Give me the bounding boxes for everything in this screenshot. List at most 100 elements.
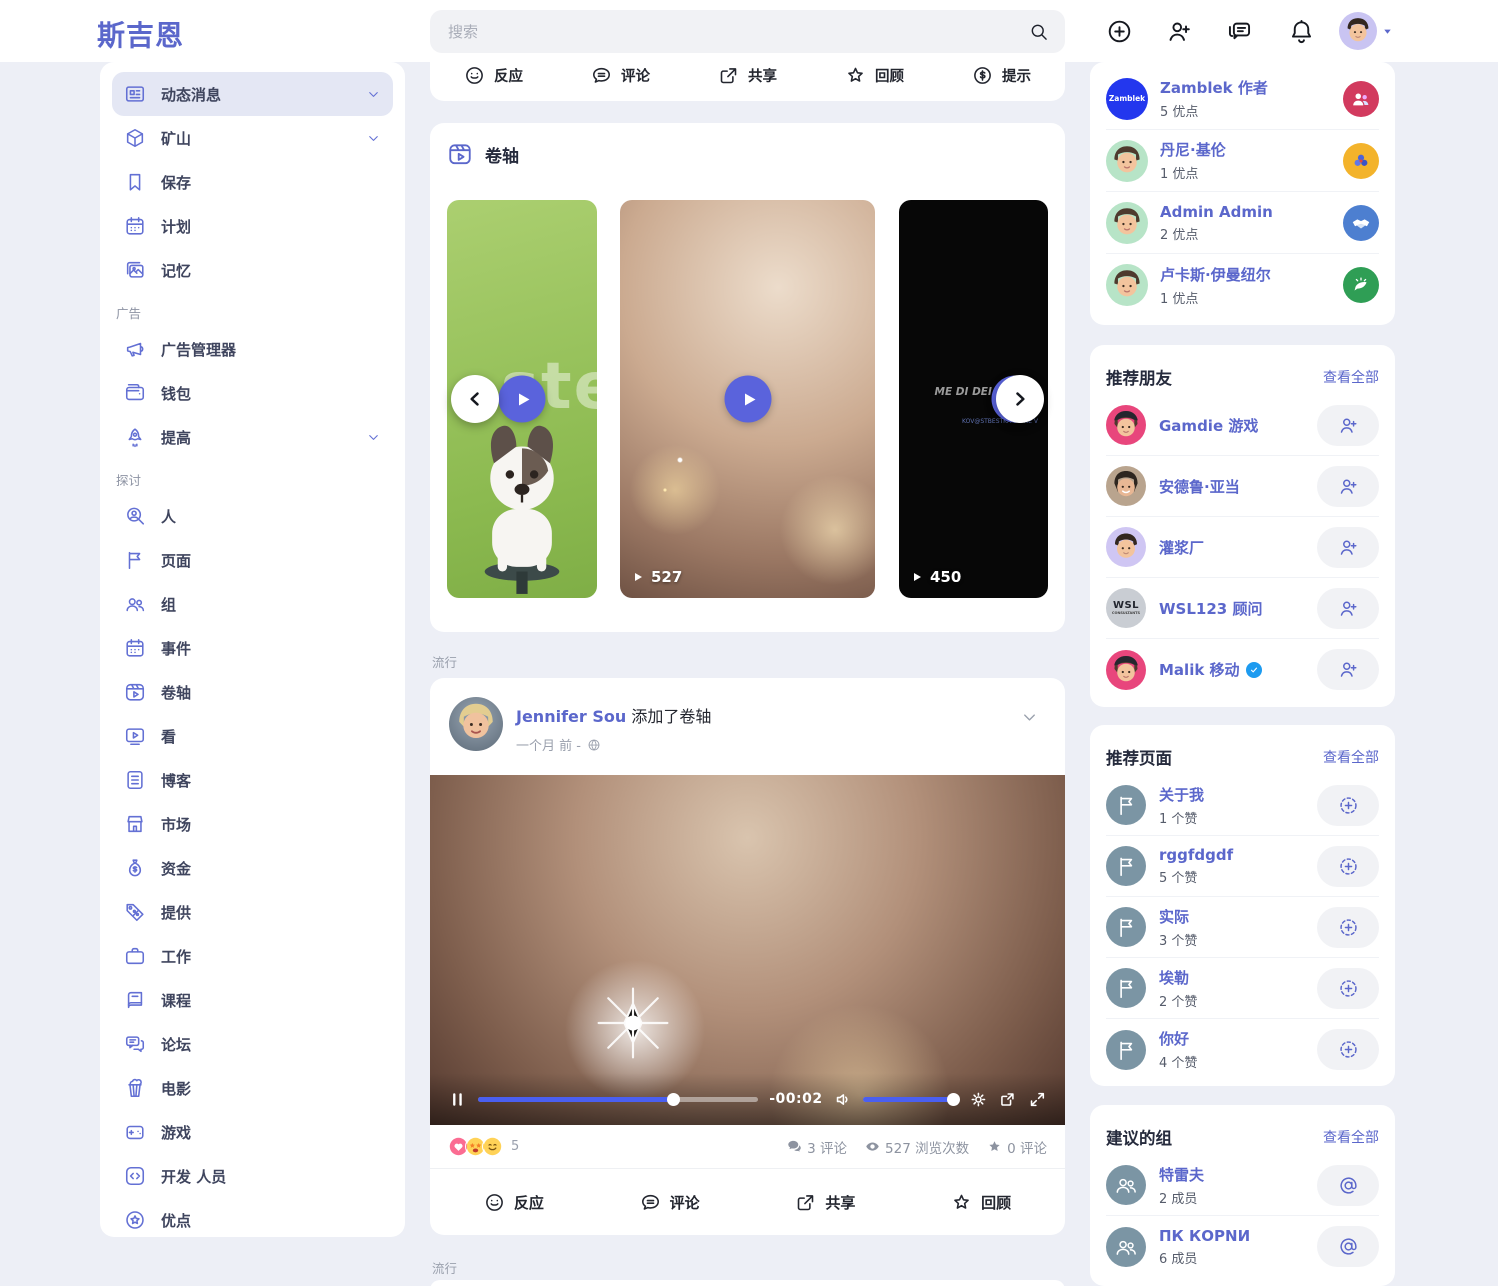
member-name[interactable]: 卢卡斯·伊曼纽尔 [1160,264,1271,285]
sidebar-item-courses[interactable]: 课程 [112,978,393,1022]
create-post-icon[interactable] [1106,18,1133,45]
avatar[interactable] [1106,405,1146,445]
react-button[interactable]: 反应 [436,1192,592,1213]
page-name[interactable]: 埃勒 [1159,967,1197,988]
group-avatar[interactable] [1106,1227,1146,1267]
avatar[interactable]: WSLCONSULTANTS [1106,588,1146,628]
like-page-button[interactable] [1317,785,1379,826]
friend-name[interactable]: Malik 移动 [1159,659,1240,680]
avatar[interactable] [1106,264,1148,306]
page-name[interactable]: rggfdgdf [1159,846,1233,864]
sidebar-item-points[interactable]: 优点 [112,1198,393,1242]
add-friend-button[interactable] [1317,405,1379,446]
join-group-button[interactable] [1317,1165,1379,1206]
sidebar-item-developers[interactable]: 开发 人员 [112,1154,393,1198]
messages-icon[interactable] [1226,18,1253,45]
add-friend-button[interactable] [1317,649,1379,690]
page-avatar[interactable] [1106,846,1146,886]
volume-bar[interactable] [863,1097,957,1102]
sidebar-item-wallet[interactable]: 钱包 [112,371,393,415]
friend-requests-icon[interactable] [1166,18,1193,45]
sidebar-item-groups[interactable]: 组 [112,582,393,626]
sidebar-item-blog[interactable]: 博客 [112,758,393,802]
reaction-count[interactable]: 5 [511,1139,519,1154]
pro-member-row[interactable]: Zamblek Zamblek 作者 5 优点 [1106,68,1379,130]
member-name[interactable]: Zamblek 作者 [1160,77,1268,98]
avatar[interactable] [1106,527,1146,567]
add-friend-button[interactable] [1317,588,1379,629]
sidebar-item-watch[interactable]: 看 [112,714,393,758]
friend-name[interactable]: 安德鲁·亚当 [1159,476,1240,497]
avatar[interactable] [1106,466,1146,506]
pro-member-row[interactable]: 卢卡斯·伊曼纽尔 1 优点 [1106,254,1379,316]
carousel-next-button[interactable] [996,375,1044,423]
comment-button[interactable]: 评论 [557,65,684,86]
like-page-button[interactable] [1317,846,1379,887]
pause-icon[interactable] [448,1090,467,1109]
page-avatar[interactable] [1106,785,1146,825]
avatar[interactable] [1106,650,1146,690]
volume-icon[interactable] [834,1090,853,1109]
sidebar-item-offers[interactable]: 提供 [112,890,393,934]
group-avatar[interactable] [1106,1165,1146,1205]
search-bar[interactable] [430,10,1065,53]
play-icon[interactable] [499,376,546,423]
avatar[interactable]: Zamblek [1106,78,1148,120]
search-input[interactable] [446,22,1029,42]
tip-button[interactable]: 提示 [938,65,1065,86]
volume-knob[interactable] [947,1093,960,1106]
group-name[interactable]: ПК КОРNИ [1159,1227,1250,1245]
sidebar-item-boost[interactable]: 提高 [112,415,393,459]
page-avatar[interactable] [1106,1030,1146,1070]
like-page-button[interactable] [1317,1029,1379,1070]
notifications-icon[interactable] [1288,18,1315,45]
sidebar-item-newsfeed[interactable]: 动态消息 [112,72,393,116]
sidebar-item-memories[interactable]: 记忆 [112,248,393,292]
review-button[interactable]: 回顾 [811,65,938,86]
avatar[interactable] [1106,140,1148,182]
page-name[interactable]: 你好 [1159,1028,1197,1049]
play-icon[interactable] [724,376,771,423]
app-logo[interactable]: 斯吉恩 [97,14,184,54]
progress-bar[interactable] [478,1097,758,1102]
fullscreen-icon[interactable] [1028,1090,1047,1109]
sidebar-item-mine[interactable]: 矿山 [112,116,393,160]
pro-member-row[interactable]: Admin Admin 2 优点 [1106,192,1379,254]
comment-button[interactable]: 评论 [592,1192,748,1213]
account-menu-caret-icon[interactable] [1381,26,1394,37]
pip-icon[interactable] [998,1090,1017,1109]
sidebar-item-pages[interactable]: 页面 [112,538,393,582]
sidebar-item-reels[interactable]: 卷轴 [112,670,393,714]
reaction-chips[interactable] [448,1136,499,1157]
author-avatar[interactable] [449,697,503,751]
page-name[interactable]: 关于我 [1159,784,1204,805]
review-button[interactable]: 回顾 [903,1192,1059,1213]
like-page-button[interactable] [1317,907,1379,948]
share-button[interactable]: 共享 [748,1192,904,1213]
add-friend-button[interactable] [1317,466,1379,507]
friend-name[interactable]: 灌浆厂 [1159,537,1204,558]
video-player[interactable]: -00:02 [430,775,1065,1125]
friend-name[interactable]: WSL123 顾问 [1159,598,1262,619]
friend-name[interactable]: Gamdie 游戏 [1159,415,1258,436]
sidebar-item-events[interactable]: 事件 [112,626,393,670]
see-all-link[interactable]: 查看全部 [1323,367,1379,387]
reviews-count[interactable]: 0 评论 [987,1137,1047,1157]
sidebar-item-market[interactable]: 市场 [112,802,393,846]
group-name[interactable]: 特雷夫 [1159,1164,1204,1185]
carousel-prev-button[interactable] [451,375,499,423]
add-friend-button[interactable] [1317,527,1379,568]
share-button[interactable]: 共享 [684,65,811,86]
reel-thumbnail[interactable]: 527 [620,200,875,598]
user-avatar[interactable] [1339,12,1377,50]
page-name[interactable]: 实际 [1159,906,1197,927]
comments-count[interactable]: 3 评论 [787,1137,847,1157]
settings-gear-icon[interactable] [969,1090,988,1109]
avatar[interactable] [1106,202,1148,244]
page-avatar[interactable] [1106,968,1146,1008]
progress-knob[interactable] [667,1093,680,1106]
sidebar-item-funding[interactable]: 资金 [112,846,393,890]
join-group-button[interactable] [1317,1226,1379,1267]
react-button[interactable]: 反应 [430,65,557,86]
see-all-link[interactable]: 查看全部 [1323,747,1379,767]
